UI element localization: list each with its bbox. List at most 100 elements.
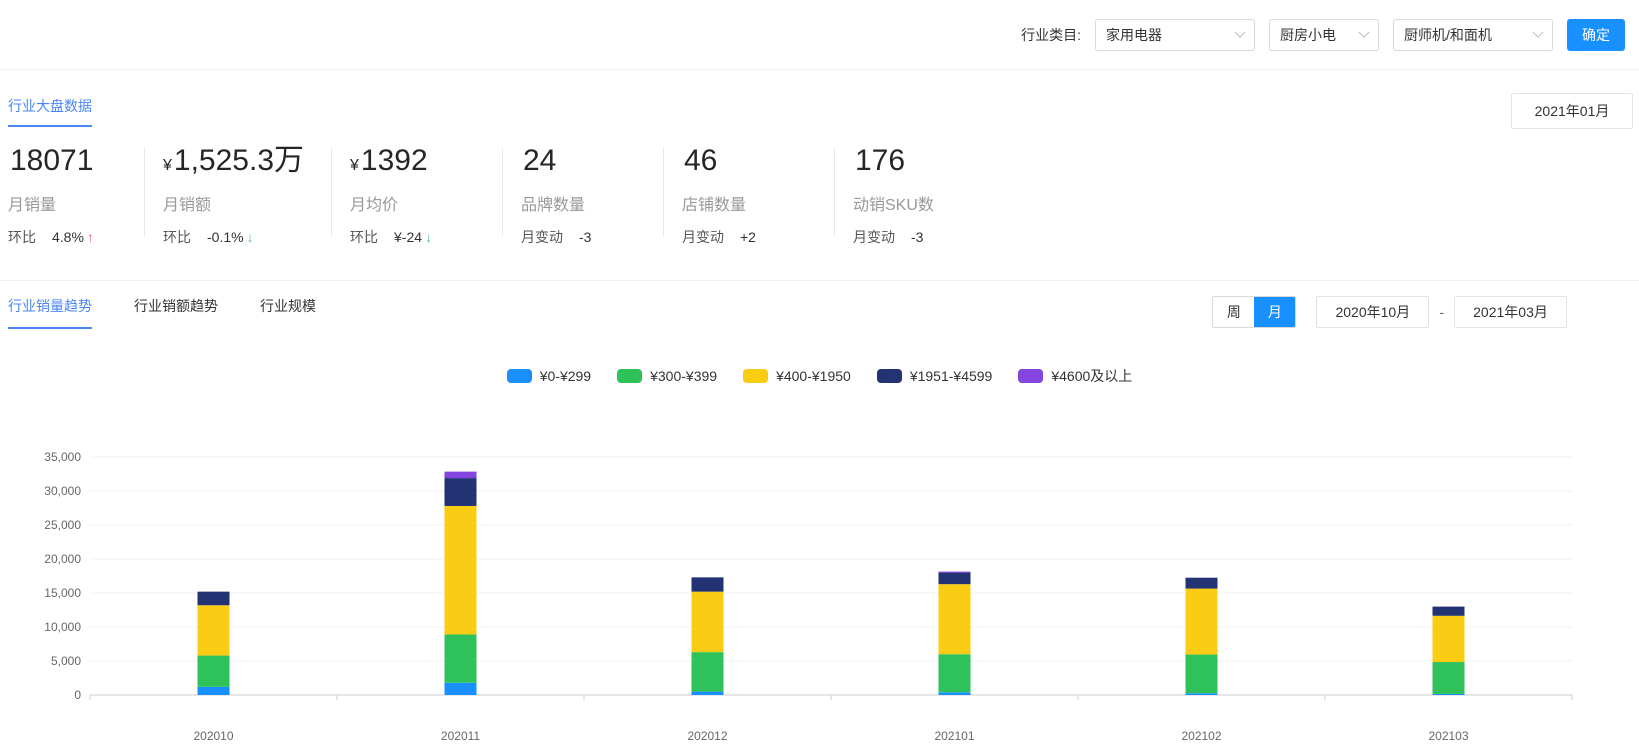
bar-segment <box>444 478 477 506</box>
select-value: 厨师机/和面机 <box>1404 26 1492 43</box>
bar-segment <box>938 692 971 695</box>
divider <box>834 148 835 236</box>
kpi-value: 46 <box>684 144 718 177</box>
bar-segment <box>1432 662 1465 694</box>
category-select-level2[interactable]: 厨房小电 <box>1269 18 1379 51</box>
kpi-change-row: 环比 -0.1% ↓ <box>163 229 254 245</box>
bar-segment <box>197 605 230 656</box>
chevron-down-icon <box>1532 26 1544 38</box>
kpi-value: 24 <box>523 144 557 177</box>
trend-tabs: 行业销量趋势 行业销额趋势 行业规模 <box>8 296 316 329</box>
kpi-card-shop-count: 46 店铺数量 月变动 +2 <box>682 144 834 246</box>
svg-text:202103: 202103 <box>1428 729 1468 743</box>
period-toggle-week[interactable]: 周 <box>1213 297 1255 327</box>
bar-segment <box>1432 606 1465 616</box>
bar-segment <box>938 654 971 693</box>
legend-item[interactable]: ¥400-¥1950 <box>743 368 851 384</box>
bar-segment <box>1432 615 1465 663</box>
legend-item[interactable]: ¥0-¥299 <box>506 368 591 384</box>
kpi-value: ¥1,525.3万 <box>163 144 304 177</box>
bar-segment <box>1432 693 1465 695</box>
svg-text:20,000: 20,000 <box>44 552 81 566</box>
chart-legend: ¥0-¥299 ¥300-¥399 ¥400-¥1950 ¥1951-¥4599 ¥46… <box>0 365 1639 387</box>
kpi-card-monthly-sales-volume: 18071 月销量 环比 4.8% ↑ <box>8 144 144 246</box>
overview-month-select[interactable]: 2021年01月 <box>1511 93 1633 129</box>
bar-segment <box>197 591 230 606</box>
svg-text:202012: 202012 <box>687 729 727 743</box>
svg-text:10,000: 10,000 <box>44 620 81 634</box>
svg-text:202102: 202102 <box>1181 729 1221 743</box>
date-range-start[interactable]: 2020年10月 <box>1316 296 1430 328</box>
bar-segment <box>444 471 477 479</box>
legend-swatch-icon <box>617 369 643 383</box>
trend-controls: 周 月 2020年10月 - 2021年03月 <box>1212 296 1567 328</box>
bar-segment <box>1185 654 1218 694</box>
legend-label: ¥400-¥1950 <box>776 368 851 384</box>
chevron-down-icon <box>1234 26 1246 38</box>
kpi-label: 品牌数量 <box>521 197 586 214</box>
bar-segment <box>1185 693 1218 695</box>
kpi-label: 月销额 <box>163 197 212 214</box>
kpi-value: 176 <box>855 144 906 177</box>
bar-segment <box>691 577 724 592</box>
bar-segment <box>938 572 971 585</box>
svg-text:202101: 202101 <box>934 729 974 743</box>
tab-industry-sales-amount-trend[interactable]: 行业销额趋势 <box>134 296 218 329</box>
y-gridlines <box>90 456 1572 696</box>
legend-label: ¥4600及以上 <box>1051 368 1133 384</box>
kpi-card-active-sku-count: 176 动销SKU数 月变动 -3 <box>853 144 1073 246</box>
category-select-level1[interactable]: 家用电器 <box>1095 18 1255 51</box>
kpi-value: ¥1392 <box>350 144 428 177</box>
divider <box>331 148 332 236</box>
category-filter-label: 行业类目: <box>1021 26 1081 43</box>
legend-label: ¥1951-¥4599 <box>909 368 993 384</box>
category-select-level3[interactable]: 厨师机/和面机 <box>1393 18 1553 51</box>
kpi-label: 店铺数量 <box>682 197 747 214</box>
period-toggle-month[interactable]: 月 <box>1254 297 1296 327</box>
legend-item[interactable]: ¥4600及以上 <box>1018 366 1132 386</box>
kpi-label: 月均价 <box>350 197 399 214</box>
tab-industry-sales-volume-trend[interactable]: 行业销量趋势 <box>8 296 92 329</box>
kpi-change-row: 月变动 -3 <box>521 229 592 245</box>
kpi-change-row: 月变动 +2 <box>682 229 756 245</box>
bar-segment <box>691 691 724 695</box>
confirm-button[interactable]: 确定 <box>1567 18 1625 51</box>
kpi-change-row: 环比 4.8% ↑ <box>8 229 94 245</box>
trend-section: 行业销量趋势 行业销额趋势 行业规模 周 月 2020年10月 - 2021年0… <box>0 281 1639 755</box>
kpi-card-brand-count: 24 品牌数量 月变动 -3 <box>521 144 663 246</box>
trend-down-icon: ↓ <box>425 229 433 245</box>
kpi-card-monthly-avg-price: ¥1392 月均价 环比 ¥-24 ↓ <box>350 144 502 246</box>
bar-segment <box>1185 588 1218 655</box>
trend-up-icon: ↑ <box>86 229 94 245</box>
overview-month-value: 2021年01月 <box>1534 103 1610 119</box>
svg-text:0: 0 <box>74 688 81 702</box>
chevron-down-icon <box>1358 26 1370 38</box>
bar-segment <box>691 591 724 653</box>
legend-label: ¥300-¥399 <box>650 368 718 384</box>
overview-title-link[interactable]: 行业大盘数据 <box>8 96 92 127</box>
y-axis-labels: 0 5,000 10,000 15,000 20,000 25,000 30,000 35,0… <box>44 450 81 702</box>
legend-item[interactable]: ¥300-¥399 <box>617 368 717 384</box>
date-range-end[interactable]: 2021年03月 <box>1454 296 1567 328</box>
svg-text:202010: 202010 <box>193 729 233 743</box>
dashboard-page: 行业类目: 家用电器 厨房小电 厨师机/和面机 确定 行业大盘数据 2021年0… <box>0 0 1639 755</box>
divider <box>663 148 664 236</box>
bar-segment <box>444 682 477 695</box>
kpi-change-row: 环比 ¥-24 ↓ <box>350 229 433 245</box>
bar-segment <box>444 505 477 635</box>
svg-text:202011: 202011 <box>441 729 480 743</box>
tab-industry-scale[interactable]: 行业规模 <box>260 296 316 329</box>
kpi-label: 月销量 <box>8 197 57 214</box>
divider <box>144 148 145 236</box>
x-axis-labels: 202010 202011 202012 202101 202102 202103 <box>193 729 1468 743</box>
svg-text:30,000: 30,000 <box>44 484 81 498</box>
select-value: 厨房小电 <box>1280 26 1336 43</box>
bar-segment <box>444 634 477 683</box>
legend-item[interactable]: ¥1951-¥4599 <box>876 368 993 384</box>
bar-segment <box>197 655 230 687</box>
period-toggle-group: 周 月 <box>1212 296 1297 328</box>
overview-section: 行业大盘数据 2021年01月 18071 月销量 环比 4.8% ↑ ¥1,525… <box>0 70 1639 246</box>
bar-segment <box>938 584 971 655</box>
kpi-change-row: 月变动 -3 <box>853 229 924 245</box>
svg-text:5,000: 5,000 <box>51 654 81 668</box>
